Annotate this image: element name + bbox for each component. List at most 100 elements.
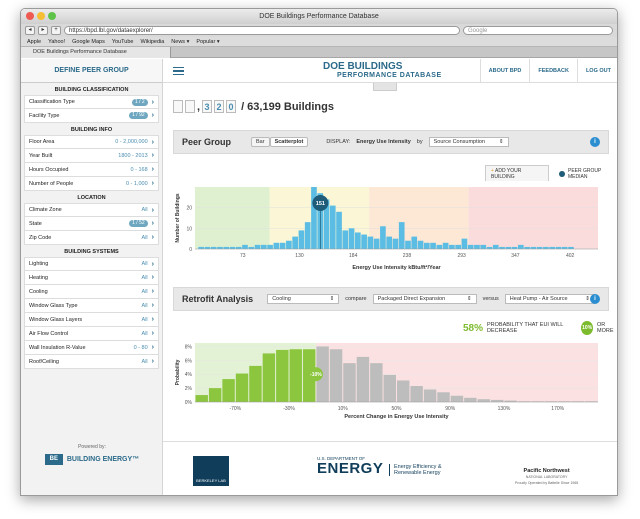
- histogram-bar[interactable]: [561, 246, 568, 249]
- bookmark-item[interactable]: Wikipedia: [140, 39, 164, 45]
- histogram-bar[interactable]: [536, 246, 543, 249]
- histogram-bar[interactable]: [248, 246, 255, 249]
- histogram-bar[interactable]: [367, 236, 374, 249]
- bookmark-item[interactable]: Yahoo!: [48, 39, 65, 45]
- histogram-bar[interactable]: [198, 246, 204, 249]
- histogram-bar[interactable]: [442, 242, 449, 249]
- sidebar-item-number-of-people[interactable]: Number of People 0 - 1,000 ›: [24, 177, 159, 191]
- retrofit-bar[interactable]: [235, 373, 249, 402]
- histogram-bar[interactable]: [355, 232, 361, 249]
- versus-select[interactable]: Heat Pump - Air Source ⇕: [504, 294, 595, 304]
- histogram-bar[interactable]: [229, 246, 236, 249]
- menu-icon[interactable]: [173, 67, 184, 75]
- histogram-bar[interactable]: [449, 244, 455, 249]
- search-field[interactable]: Google: [463, 26, 613, 35]
- histogram-bar[interactable]: [486, 246, 493, 249]
- info-icon[interactable]: i: [590, 137, 600, 147]
- histogram-bar[interactable]: [204, 246, 211, 249]
- sidebar-item-state[interactable]: State 1 / 52 ›: [24, 217, 159, 231]
- building-energy-logo[interactable]: BE BUILDING ENERGY™: [21, 454, 163, 465]
- histogram-bar[interactable]: [304, 222, 311, 249]
- retrofit-bar[interactable]: [262, 353, 276, 402]
- bookmark-item[interactable]: News ▾: [171, 39, 189, 45]
- retrofit-bar[interactable]: [383, 374, 396, 402]
- retrofit-bar[interactable]: [343, 363, 356, 402]
- retrofit-bar[interactable]: [450, 395, 464, 402]
- histogram-bar[interactable]: [342, 230, 349, 249]
- histogram-bar[interactable]: [329, 205, 336, 249]
- histogram-bar[interactable]: [492, 244, 499, 249]
- sidebar-item-air-flow-control[interactable]: Air Flow Control All ›: [24, 327, 159, 341]
- sidebar-item-window-glass-type[interactable]: Window Glass Type All ›: [24, 299, 159, 313]
- histogram-bar[interactable]: [336, 211, 342, 249]
- retrofit-bar[interactable]: [397, 380, 410, 402]
- doe-logo[interactable]: U.S. DEPARTMENT OF ENERGY: [317, 456, 383, 476]
- histogram-bar[interactable]: [235, 246, 242, 249]
- retrofit-bar[interactable]: [195, 395, 208, 402]
- histogram-bar[interactable]: [254, 244, 261, 249]
- retrofit-bar[interactable]: [249, 365, 262, 402]
- retrofit-bar[interactable]: [222, 379, 235, 402]
- histogram-bar[interactable]: [260, 244, 267, 249]
- info-icon[interactable]: i: [590, 294, 600, 304]
- bookmark-item[interactable]: Popular ▾: [196, 39, 219, 45]
- sidebar-item-classification-type[interactable]: Classification Type 1 / 2 ›: [24, 95, 159, 109]
- bar-button[interactable]: Bar: [251, 137, 270, 147]
- compare-select[interactable]: Packaged Direct Expansion ⇕: [372, 294, 477, 304]
- scatterplot-button[interactable]: Scatterplot: [269, 137, 309, 147]
- histogram-bar[interactable]: [555, 246, 562, 249]
- histogram-bar[interactable]: [348, 228, 355, 249]
- histogram-bar[interactable]: [474, 244, 480, 249]
- histogram-bar[interactable]: [461, 238, 468, 249]
- histogram-bar[interactable]: [549, 246, 556, 249]
- histogram-bar[interactable]: [398, 222, 405, 249]
- histogram-bar[interactable]: [217, 246, 223, 249]
- histogram-bar[interactable]: [568, 246, 574, 249]
- sidebar-item-hours-occupied[interactable]: Hours Occupied 0 - 168 ›: [24, 163, 159, 177]
- histogram-bar[interactable]: [417, 240, 424, 249]
- histogram-bar[interactable]: [436, 244, 443, 249]
- url-field[interactable]: https://bpd.lbl.gov/dataexplorer/: [64, 26, 460, 35]
- histogram-bar[interactable]: [279, 242, 286, 249]
- back-icon[interactable]: ◂: [25, 26, 35, 35]
- sidebar-item-year-built[interactable]: Year Built 1800 - 2013 ›: [24, 149, 159, 163]
- histogram-bar[interactable]: [361, 234, 367, 249]
- sidebar-item-facility-type[interactable]: Facility Type 1 / 92 ›: [24, 109, 159, 123]
- pnnl-logo[interactable]: Pacific Northwest NATIONAL LABORATORY Pr…: [515, 468, 578, 486]
- berkeley-lab-logo[interactable]: BERKELEY LAB: [193, 456, 229, 486]
- bpd-logo[interactable]: DOE BUILDINGS PERFORMANCE DATABASE: [323, 62, 442, 80]
- bookmark-item[interactable]: Apple: [27, 39, 41, 45]
- retrofit-bar[interactable]: [423, 389, 437, 402]
- histogram-bar[interactable]: [405, 240, 411, 249]
- retrofit-bar[interactable]: [356, 356, 370, 402]
- histogram-bar[interactable]: [430, 242, 436, 249]
- histogram-bar[interactable]: [298, 230, 305, 249]
- sidebar-item-wall-insulation-r-value[interactable]: Wall Insulation R-Value 0 - 80 ›: [24, 341, 159, 355]
- histogram-bar[interactable]: [499, 246, 505, 249]
- sidebar-item-floor-area[interactable]: Floor Area 0 - 2,000,000 ›: [24, 135, 159, 149]
- retrofit-bar[interactable]: [289, 349, 302, 402]
- zoom-icon[interactable]: [48, 12, 56, 20]
- retrofit-bar[interactable]: [437, 392, 450, 402]
- retrofit-bar[interactable]: [477, 399, 491, 402]
- histogram-bar[interactable]: [223, 246, 230, 249]
- sidebar-item-window-glass-layers[interactable]: Window Glass Layers All ›: [24, 313, 159, 327]
- retrofit-bar[interactable]: [491, 399, 504, 402]
- histogram-bar[interactable]: [480, 244, 487, 249]
- top-link-about-bpd[interactable]: ABOUT BPD: [479, 59, 530, 83]
- retrofit-bar[interactable]: [208, 388, 222, 402]
- histogram-bar[interactable]: [273, 242, 280, 249]
- retrofit-system-select[interactable]: Cooling ⇕: [267, 294, 340, 304]
- histogram-bar[interactable]: [524, 246, 530, 249]
- sidebar-item-lighting[interactable]: Lighting All ›: [24, 257, 159, 271]
- sidebar-item-heating[interactable]: Heating All ›: [24, 271, 159, 285]
- histogram-bar[interactable]: [455, 244, 461, 249]
- retrofit-bar[interactable]: [464, 397, 477, 402]
- histogram-bar[interactable]: [543, 246, 549, 249]
- sidebar-item-cooling[interactable]: Cooling All ›: [24, 285, 159, 299]
- retrofit-bar[interactable]: [370, 363, 383, 402]
- top-link-log-out[interactable]: LOG OUT: [576, 59, 617, 83]
- forward-icon[interactable]: ▸: [38, 26, 48, 35]
- tab-bpd[interactable]: DOE Buildings Performance Database: [21, 47, 171, 58]
- histogram-bar[interactable]: [423, 242, 430, 249]
